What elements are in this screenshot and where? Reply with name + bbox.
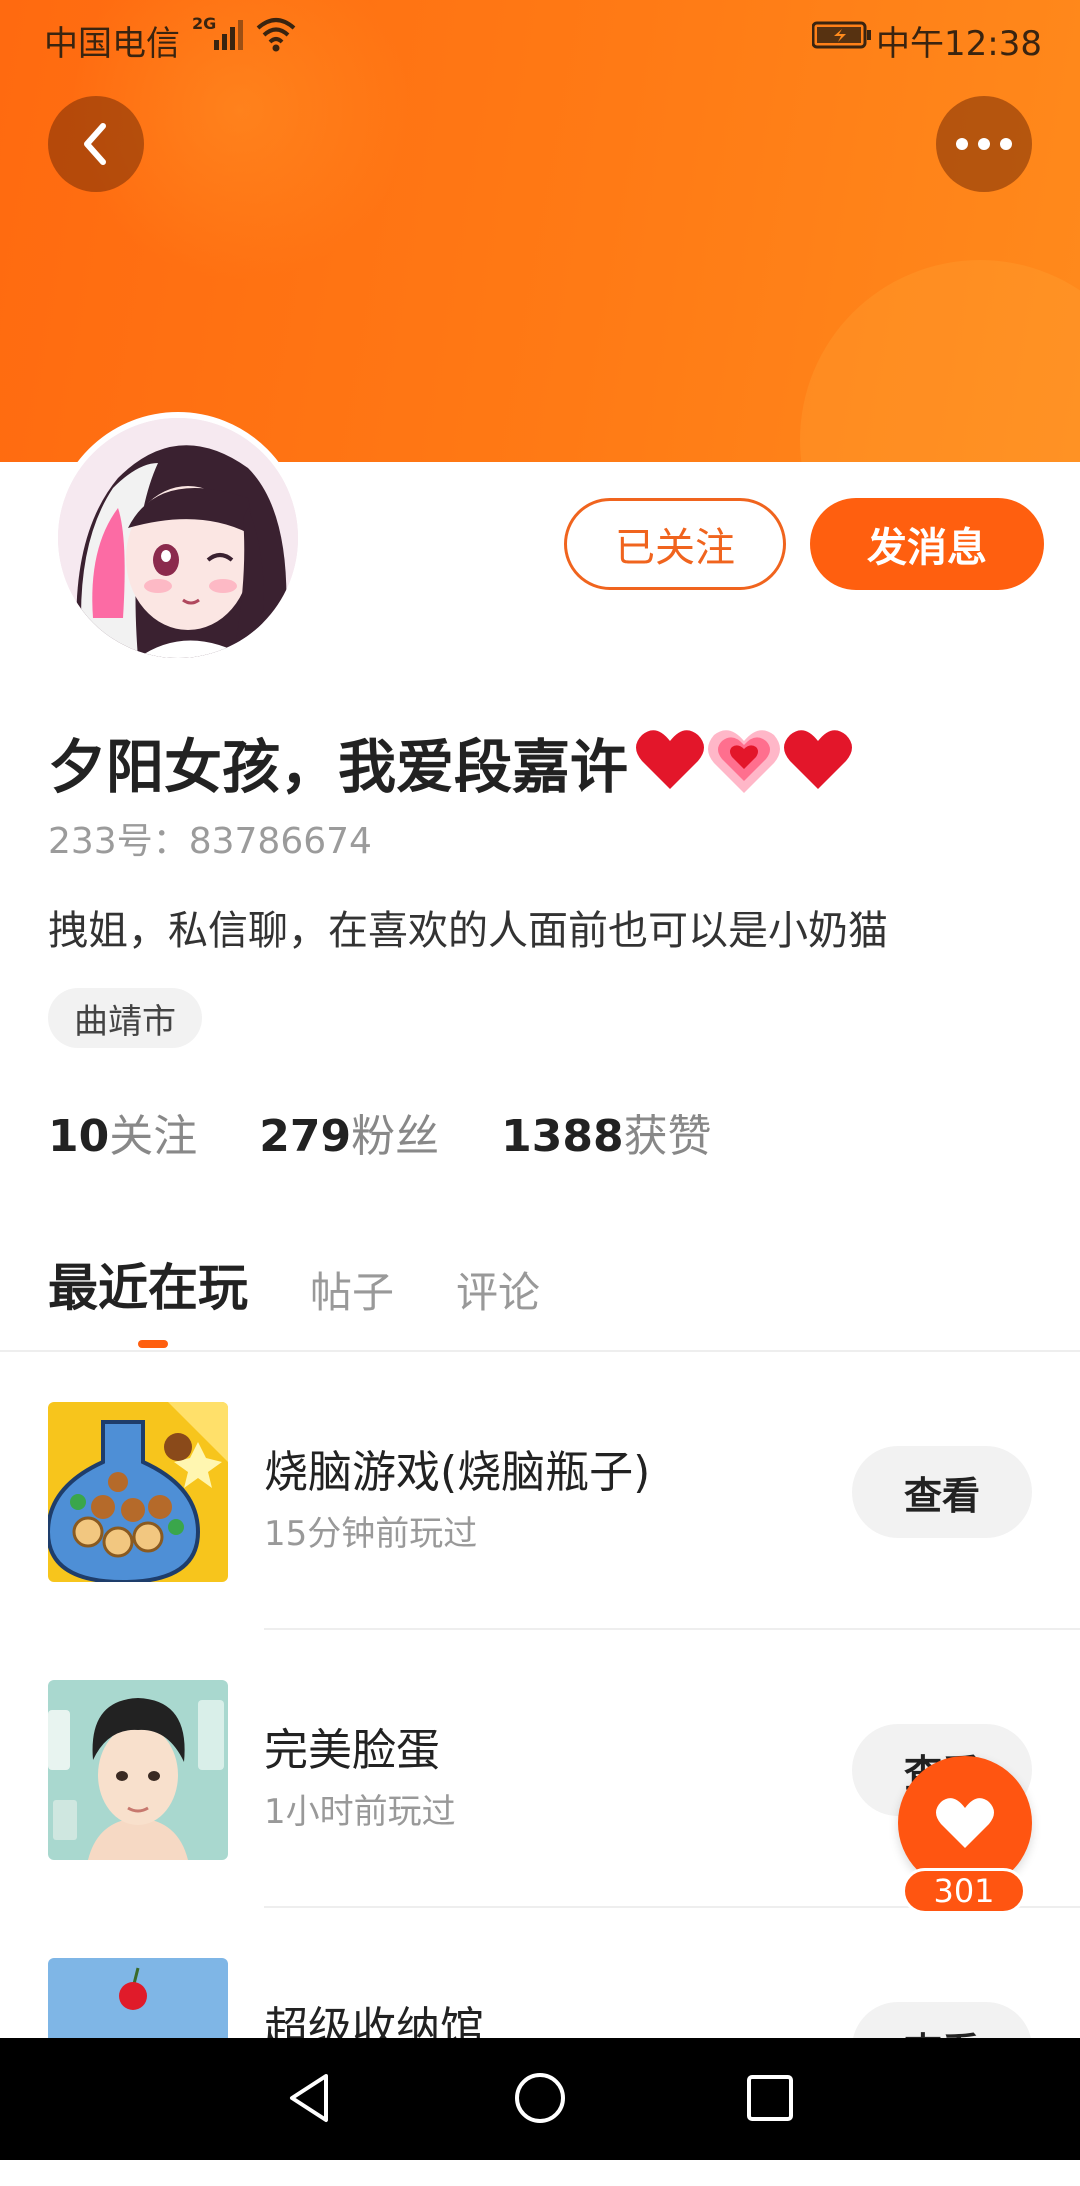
- red-heart-icon: [636, 730, 705, 789]
- game-last-played: 15分钟前玩过: [264, 1514, 478, 1554]
- game-title: 烧脑游戏(烧脑瓶子): [264, 1447, 651, 1498]
- profile-stats: 10关注 279粉丝 1388获赞: [48, 1100, 774, 1164]
- stat-count: 279: [259, 1111, 352, 1162]
- circle-home-icon[interactable]: [510, 2068, 570, 2128]
- location-tag[interactable]: 曲靖市: [48, 988, 202, 1048]
- stat-following[interactable]: 10关注: [48, 1100, 197, 1164]
- network-type: 2G: [192, 14, 217, 33]
- profile-bio: 拽姐，私信聊，在喜欢的人面前也可以是小奶猫: [48, 908, 888, 954]
- status-bar: 中国电信 2G 中午12:38: [0, 0, 1080, 74]
- tab-posts[interactable]: 帖子: [310, 1259, 394, 1320]
- system-nav-bar: [0, 2038, 1080, 2160]
- wifi-icon: [256, 18, 296, 52]
- more-horizontal-icon: [956, 138, 1012, 150]
- chevron-left-icon: [84, 123, 106, 165]
- stat-label: 粉丝: [351, 1111, 440, 1162]
- game-title: 完美脸蛋: [264, 1725, 440, 1776]
- more-button[interactable]: [936, 96, 1032, 192]
- stat-count: 10: [48, 1111, 110, 1162]
- status-time: 中午12:38: [876, 24, 1042, 64]
- header-glow: [800, 260, 1080, 462]
- game-icon-bottle: [48, 1402, 228, 1582]
- profile-header: 中国电信 2G 中午12:38: [0, 0, 1080, 462]
- game-last-played: 1小时前玩过: [264, 1792, 456, 1832]
- stat-count: 1388: [501, 1111, 624, 1162]
- like-count: 301: [902, 1868, 1026, 1914]
- back-button[interactable]: [48, 96, 144, 192]
- follow-button[interactable]: 已关注: [564, 498, 786, 590]
- list-item[interactable]: 烧脑游戏(烧脑瓶子) 15分钟前玩过 查看: [0, 1352, 1080, 1630]
- stat-followers[interactable]: 279粉丝: [259, 1100, 439, 1164]
- message-button[interactable]: 发消息: [810, 498, 1044, 590]
- battery-icon: [812, 21, 871, 49]
- tab-comments[interactable]: 评论: [456, 1259, 540, 1320]
- square-recents-icon[interactable]: [740, 2068, 800, 2128]
- stat-label: 关注: [109, 1111, 198, 1162]
- profile-name-text: 夕阳女孩，我爱段嘉许: [48, 733, 629, 801]
- name-emoji-group: [634, 727, 854, 797]
- game-icon-face: [48, 1680, 228, 1860]
- carrier-name: 中国电信: [44, 24, 180, 64]
- profile-tabs: 最近在玩 帖子 评论: [48, 1248, 602, 1320]
- signal-icon: [214, 20, 243, 50]
- red-heart-icon: [784, 730, 853, 789]
- game-thumbnail: [48, 1680, 228, 1860]
- pink-heart-icon: [708, 730, 781, 793]
- profile-name: 夕阳女孩，我爱段嘉许: [48, 720, 854, 804]
- tab-indicator: [138, 1340, 168, 1348]
- avatar-illustration: [58, 418, 298, 658]
- stat-label: 获赞: [623, 1111, 712, 1162]
- view-button[interactable]: 查看: [852, 1446, 1032, 1538]
- triangle-back-icon[interactable]: [280, 2068, 340, 2128]
- avatar[interactable]: [52, 412, 304, 664]
- stat-likes[interactable]: 1388获赞: [501, 1100, 711, 1164]
- heart-icon: [936, 1798, 994, 1848]
- game-thumbnail: [48, 1402, 228, 1582]
- user-id: 233号：83786674: [48, 821, 372, 862]
- tab-recently-played[interactable]: 最近在玩: [48, 1248, 248, 1320]
